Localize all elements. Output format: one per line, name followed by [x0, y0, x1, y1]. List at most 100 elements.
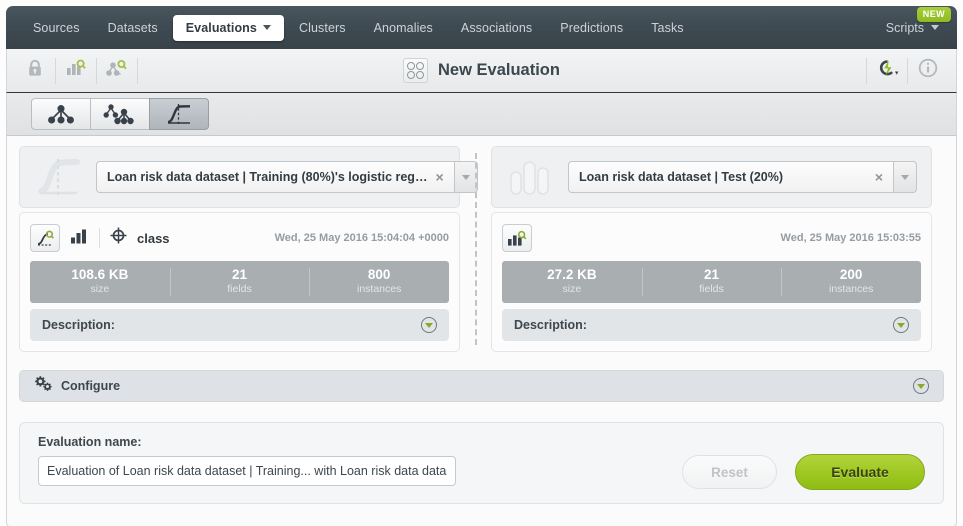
lock-button[interactable] [15, 49, 55, 93]
objective-field-label: class [137, 230, 170, 246]
model-info-card: class Wed, 25 May 2016 15:04:04 +0000 10… [19, 212, 460, 352]
nav-item-evaluations[interactable]: Evaluations [172, 14, 284, 41]
lock-icon [27, 59, 43, 82]
stat-fields-value: 21 [703, 267, 720, 283]
dataset-search-button[interactable] [56, 49, 96, 93]
chevron-down-icon[interactable] [913, 378, 929, 394]
dataset-selector-box: Loan risk data dataset | Test (20%) × [491, 146, 932, 208]
header-right-icons [866, 49, 948, 92]
model-combobox-value-wrap[interactable]: Loan risk data dataset | Training (80%)'… [96, 161, 454, 193]
evaluation-name-input[interactable] [38, 456, 456, 486]
dataset-search-icon [66, 59, 86, 82]
nav-item-anomalies[interactable]: Anomalies [361, 15, 446, 41]
model-search-button[interactable] [97, 49, 137, 93]
model-stats-bar: 108.6 KB size 21 fields 800 instances [30, 261, 449, 303]
evaluation-form: Evaluation name: Reset Evaluate [19, 422, 944, 504]
stat-instances-label: instances [829, 282, 874, 295]
info-button[interactable] [908, 49, 948, 93]
dataset-combobox[interactable]: Loan risk data dataset | Test (20%) × [568, 161, 917, 193]
dataset-description-row[interactable]: Description: [502, 309, 921, 341]
close-icon[interactable]: × [427, 169, 443, 185]
nav-item-tasks[interactable]: Tasks [638, 15, 696, 41]
configure-label: Configure [61, 379, 121, 393]
evaluation-name-label: Evaluation name: [38, 435, 142, 449]
bar-chart-icon [70, 228, 89, 249]
model-combobox[interactable]: Loan risk data dataset | Training (80%)'… [96, 161, 478, 193]
evaluation-name-group: Evaluation name: [38, 435, 456, 486]
model-description-row[interactable]: Description: [30, 309, 449, 341]
stat-size-value: 108.6 KB [71, 267, 129, 283]
stat-size-label: size [562, 282, 582, 295]
page-body: Loan risk data dataset | Training (80%)'… [6, 136, 957, 522]
app-page: Sources Datasets Evaluations Clusters An… [0, 0, 963, 526]
nav-item-datasets[interactable]: Datasets [95, 15, 171, 41]
chevron-down-icon [901, 174, 909, 180]
chevron-down-icon[interactable] [421, 317, 437, 333]
page-title: New Evaluation [438, 61, 560, 79]
stat-instances: 200 instances [781, 261, 921, 303]
model-search-icon [106, 59, 128, 82]
nav-item-clusters[interactable]: Clusters [286, 15, 359, 41]
dataset-timestamp: Wed, 25 May 2016 15:03:55 [780, 232, 921, 244]
close-icon[interactable]: × [867, 169, 883, 185]
nav-item-predictions[interactable]: Predictions [547, 15, 636, 41]
chevron-down-icon[interactable] [893, 317, 909, 333]
nav-item-associations[interactable]: Associations [448, 15, 545, 41]
model-panel: Loan risk data dataset | Training (80%)'… [19, 146, 478, 352]
stat-size-label: size [90, 282, 110, 295]
model-type-tabstrip [6, 93, 957, 136]
stat-fields-label: fields [227, 282, 252, 295]
reset-button[interactable]: Reset [682, 455, 777, 489]
tab-decision-tree[interactable] [31, 98, 91, 130]
logistic-curve-icon [34, 154, 84, 200]
configure-section-header[interactable]: Configure [19, 370, 944, 402]
dataset-combobox-value-wrap[interactable]: Loan risk data dataset | Test (20%) × [568, 161, 893, 193]
page-header-bar: New Evaluation [6, 49, 957, 93]
panel-divider [460, 146, 491, 352]
flash-actions-button[interactable] [867, 49, 907, 93]
dataset-info-top: Wed, 25 May 2016 15:03:55 [502, 221, 921, 255]
dataset-combobox-value: Loan risk data dataset | Test (20%) [579, 170, 784, 184]
nav-item-evaluations-label: Evaluations [185, 20, 257, 35]
page-bottom-edge [6, 522, 957, 526]
nav-item-scripts[interactable]: Scripts [886, 21, 939, 35]
nav-item-sources[interactable]: Sources [20, 15, 93, 41]
dataset-info-card: Wed, 25 May 2016 15:03:55 27.2 KB size 2… [491, 212, 932, 352]
chevron-down-icon [931, 25, 939, 30]
info-icon [918, 58, 938, 83]
model-description-label: Description: [42, 318, 115, 332]
page-title-group: New Evaluation [7, 58, 956, 83]
tab-ensemble[interactable] [90, 98, 150, 130]
gears-icon [34, 375, 53, 398]
stat-size-value: 27.2 KB [547, 267, 597, 283]
flash-actions-icon [874, 58, 900, 83]
dataset-description-label: Description: [514, 318, 587, 332]
dataset-combobox-arrow[interactable] [893, 161, 917, 193]
model-combobox-value: Loan risk data dataset | Training (80%)'… [107, 170, 428, 184]
model-info-top: class Wed, 25 May 2016 15:04:04 +0000 [30, 221, 449, 255]
stat-instances-label: instances [357, 282, 402, 295]
top-navigation-bar: Sources Datasets Evaluations Clusters An… [6, 6, 957, 49]
target-icon [110, 227, 127, 249]
stat-size: 108.6 KB size [30, 261, 170, 303]
evaluate-button[interactable]: Evaluate [795, 454, 925, 490]
stat-size: 27.2 KB size [502, 261, 642, 303]
dataset-stats-bar: 27.2 KB size 21 fields 200 instances [502, 261, 921, 303]
stat-fields: 21 fields [641, 261, 782, 303]
nav-items: Sources Datasets Evaluations Clusters An… [20, 14, 697, 41]
tab-logistic-regression[interactable] [149, 98, 209, 130]
dataset-preview-button[interactable] [502, 224, 532, 252]
dataset-panel: Loan risk data dataset | Test (20%) × We… [491, 146, 932, 352]
model-preview-button[interactable] [30, 224, 60, 252]
stat-instances-value: 200 [839, 267, 863, 283]
stat-fields-value: 21 [231, 267, 248, 283]
divider [99, 228, 100, 248]
stat-fields: 21 fields [169, 261, 310, 303]
chevron-down-icon [262, 25, 271, 30]
form-actions: Reset Evaluate [682, 454, 925, 491]
nav-item-scripts-label: Scripts [885, 20, 924, 35]
model-timestamp: Wed, 25 May 2016 15:04:04 +0000 [274, 232, 449, 244]
stat-instances: 800 instances [309, 261, 449, 303]
model-selector-box: Loan risk data dataset | Training (80%)'… [19, 146, 478, 208]
divider [137, 57, 138, 84]
